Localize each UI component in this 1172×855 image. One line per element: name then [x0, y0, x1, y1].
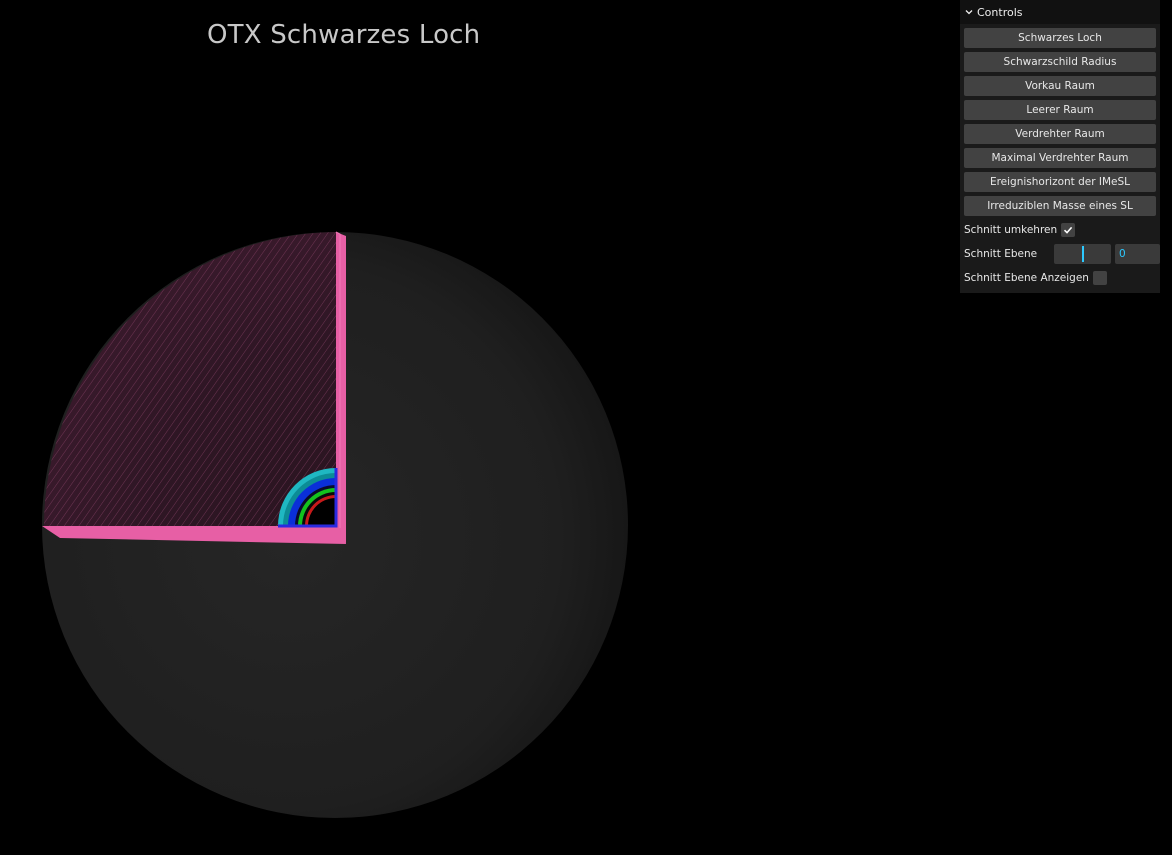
invert-cut-checkbox[interactable]: [1061, 223, 1076, 237]
checkmark-icon: [1064, 226, 1073, 234]
cut-plane-label: Schnitt Ebene: [964, 248, 1038, 260]
verdrehter-raum-button[interactable]: Verdrehter Raum: [964, 124, 1156, 144]
vorkau-raum-button[interactable]: Vorkau Raum: [964, 76, 1156, 96]
show-cut-plane-label: Schnitt Ebene Anzeigen: [964, 272, 1089, 284]
cut-plane-slider[interactable]: [1054, 244, 1111, 264]
page-title: OTX Schwarzes Loch: [207, 20, 481, 50]
controls-title: Controls: [977, 5, 1023, 19]
leerer-raum-button[interactable]: Leerer Raum: [964, 100, 1156, 120]
cut-plane-value-input[interactable]: 0: [1115, 244, 1160, 264]
chevron-down-icon: [964, 7, 974, 17]
schwarzschild-radius-button[interactable]: Schwarzschild Radius: [964, 52, 1156, 72]
maximal-verdrehter-raum-button[interactable]: Maximal Verdrehter Raum: [964, 148, 1156, 168]
invert-cut-label: Schnitt umkehren: [964, 224, 1058, 236]
show-cut-plane-checkbox[interactable]: [1092, 271, 1107, 285]
slider-knob[interactable]: [1082, 246, 1084, 262]
cut-quadrant-pattern: [43, 232, 338, 526]
irreduzible-masse-button[interactable]: Irreduziblen Masse eines SL: [964, 196, 1156, 216]
cut-plane-row: Schnitt Ebene 0: [964, 244, 1160, 264]
schwarzes-loch-button[interactable]: Schwarzes Loch: [964, 28, 1156, 48]
ereignishorizont-button[interactable]: Ereignishorizont der IMeSL: [964, 172, 1156, 192]
show-cut-plane-row: Schnitt Ebene Anzeigen: [964, 268, 1156, 288]
viewport[interactable]: OTX Schwarzes Loch Controls Schwarzes Lo…: [0, 0, 1172, 855]
invert-cut-row: Schnitt umkehren: [964, 220, 1156, 240]
controls-panel: Controls Schwarzes Loch Schwarzschild Ra…: [960, 0, 1160, 293]
controls-header[interactable]: Controls: [960, 0, 1160, 24]
